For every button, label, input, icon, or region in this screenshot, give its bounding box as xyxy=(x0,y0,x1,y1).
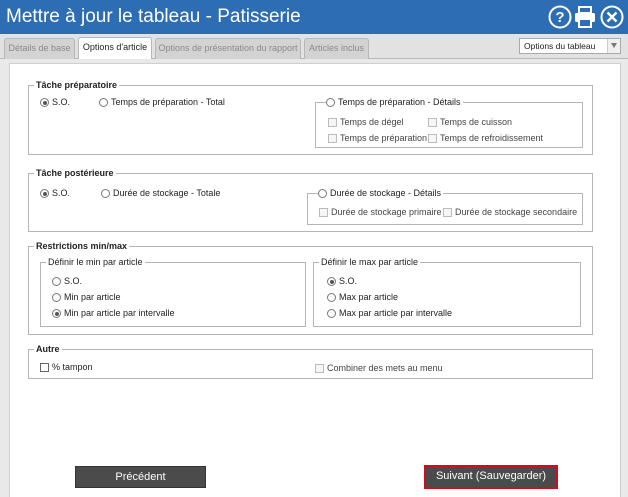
min-na-label: S.O. xyxy=(64,276,83,286)
radio-icon xyxy=(52,293,61,302)
other-legend: Autre xyxy=(36,344,60,354)
primary-storage-checkbox[interactable]: Durée de stockage primaire xyxy=(319,207,442,218)
page-title: Mettre à jour le tableau - Patisserie xyxy=(6,6,301,27)
radio-selected-icon xyxy=(40,98,49,107)
checkbox-icon xyxy=(443,208,452,217)
next-save-button[interactable]: Suivant (Sauvegarder) xyxy=(424,465,558,489)
radio-selected-icon xyxy=(40,189,49,198)
thaw-time-label: Temps de dégel xyxy=(340,117,404,127)
cool-time-label: Temps de refroidissement xyxy=(440,133,544,143)
cook-time-checkbox[interactable]: Temps de cuisson xyxy=(428,117,512,128)
post-details-radio[interactable]: Durée de stockage - Détails xyxy=(318,188,444,199)
checkbox-icon xyxy=(428,134,437,143)
prep-task-legend: Tâche préparatoire xyxy=(36,80,118,90)
post-na-radio[interactable]: S.O. xyxy=(40,188,70,199)
minmax-legend: Restrictions min/max xyxy=(36,241,128,251)
post-na-label: S.O. xyxy=(52,188,71,198)
min-interval-label: Min par article par intervalle xyxy=(64,308,175,318)
prep-details-label: Temps de préparation - Détails xyxy=(338,97,461,107)
radio-icon xyxy=(318,189,327,198)
post-task-legend: Tâche postérieure xyxy=(36,168,114,178)
min-per-item-radio[interactable]: Min par article xyxy=(52,292,121,303)
radio-icon xyxy=(101,189,110,198)
radio-icon xyxy=(326,98,335,107)
min-legend: Définir le min par article xyxy=(48,257,143,267)
radio-icon xyxy=(327,293,336,302)
prep-time-checkbox[interactable]: Temps de préparation xyxy=(328,133,427,144)
chevron-down-icon[interactable] xyxy=(607,39,620,53)
combine-menu-checkbox[interactable]: Combiner des mets au menu xyxy=(315,363,443,374)
prep-details-radio[interactable]: Temps de préparation - Détails xyxy=(326,97,463,108)
checkbox-icon xyxy=(40,363,49,372)
checkbox-icon xyxy=(328,118,337,127)
secondary-storage-checkbox[interactable]: Durée de stockage secondaire xyxy=(443,207,577,218)
tab-item-options[interactable]: Options d'article xyxy=(78,37,152,59)
previous-button[interactable]: Précédent xyxy=(75,466,206,488)
min-interval-radio[interactable]: Min par article par intervalle xyxy=(52,308,175,319)
checkbox-icon xyxy=(328,134,337,143)
prep-na-radio[interactable]: S.O. xyxy=(40,97,70,108)
post-total-label: Durée de stockage - Totale xyxy=(113,188,221,198)
cook-time-label: Temps de cuisson xyxy=(440,117,513,127)
min-per-item-label: Min par article xyxy=(64,292,121,302)
cool-time-checkbox[interactable]: Temps de refroidissement xyxy=(428,133,543,144)
prep-total-radio[interactable]: Temps de préparation - Total xyxy=(99,97,225,108)
prep-na-label: S.O. xyxy=(52,97,71,107)
combine-menu-label: Combiner des mets au menu xyxy=(327,363,443,373)
tab-included-items[interactable]: Articles inclus xyxy=(304,38,369,59)
radio-icon xyxy=(327,309,336,318)
secondary-storage-label: Durée de stockage secondaire xyxy=(455,207,578,217)
min-na-radio[interactable]: S.O. xyxy=(52,276,82,287)
prep-total-label: Temps de préparation - Total xyxy=(111,97,225,107)
buffer-label: % tampon xyxy=(52,362,93,372)
thaw-time-checkbox[interactable]: Temps de dégel xyxy=(328,117,404,128)
checkbox-icon xyxy=(319,208,328,217)
radio-icon xyxy=(99,98,108,107)
prep-time-label: Temps de préparation xyxy=(340,133,428,143)
max-na-label: S.O. xyxy=(339,276,358,286)
checkbox-icon xyxy=(428,118,437,127)
checkbox-icon xyxy=(315,364,324,373)
post-details-label: Durée de stockage - Détails xyxy=(330,188,442,198)
buffer-checkbox[interactable]: % tampon xyxy=(40,362,93,373)
table-options-value: Options du tableau xyxy=(524,41,596,51)
print-icon[interactable] xyxy=(573,5,597,29)
svg-text:?: ? xyxy=(555,9,564,26)
post-total-radio[interactable]: Durée de stockage - Totale xyxy=(101,188,220,199)
radio-icon xyxy=(52,277,61,286)
max-na-radio[interactable]: S.O. xyxy=(327,276,357,287)
max-interval-label: Max par article par intervalle xyxy=(339,308,453,318)
max-legend: Définir le max par article xyxy=(321,257,419,267)
tab-basic-details[interactable]: Détails de base xyxy=(4,38,75,59)
close-icon[interactable] xyxy=(600,5,624,29)
radio-selected-icon xyxy=(327,277,336,286)
max-interval-radio[interactable]: Max par article par intervalle xyxy=(327,308,452,319)
max-per-item-radio[interactable]: Max par article xyxy=(327,292,398,303)
other-group: Autre xyxy=(28,344,593,379)
table-options-dropdown[interactable]: Options du tableau xyxy=(519,38,621,54)
tab-report-presentation[interactable]: Options de présentation du rapport xyxy=(155,38,301,59)
max-per-item-label: Max par article xyxy=(339,292,399,302)
primary-storage-label: Durée de stockage primaire xyxy=(331,207,442,217)
title-bar: Mettre à jour le tableau - Patisserie ? xyxy=(0,0,628,34)
help-icon[interactable]: ? xyxy=(548,5,572,29)
radio-selected-icon xyxy=(52,309,61,318)
